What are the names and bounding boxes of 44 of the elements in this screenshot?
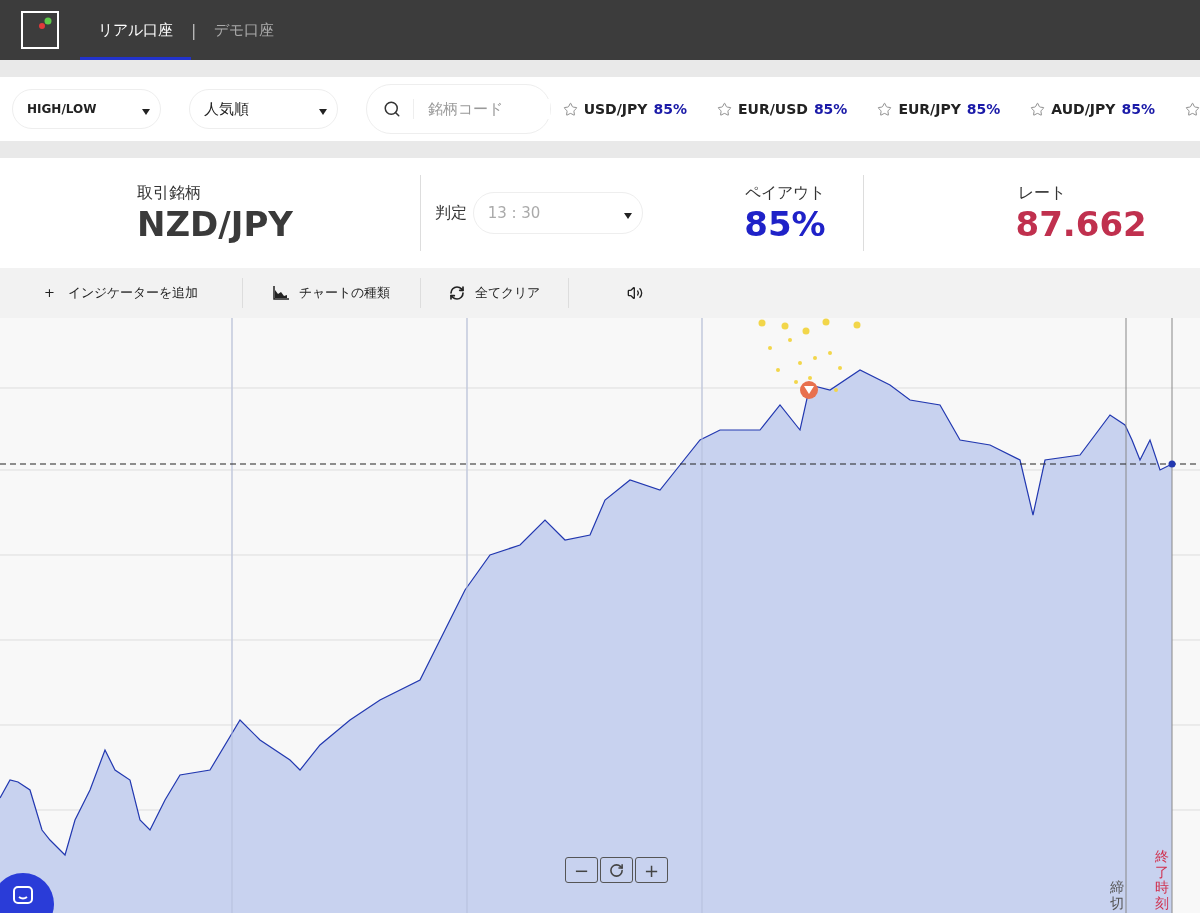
deadline-label: 締切: [1110, 880, 1124, 911]
rate-label: レート: [1016, 182, 1066, 204]
star-icon[interactable]: [1030, 101, 1046, 117]
star-icon[interactable]: [562, 101, 578, 117]
payout-label: ペイアウト: [745, 182, 825, 204]
down-marker-icon: [800, 381, 818, 399]
add-indicator-button[interactable]: + インジケーターを追加: [0, 278, 243, 308]
judge-label: 判定: [434, 202, 467, 224]
tab-separator: |: [191, 19, 197, 42]
account-tab[interactable]: デモ口座: [196, 3, 293, 60]
end-time-label: 終了時刻: [1155, 849, 1169, 911]
caret-icon: [318, 109, 327, 115]
caret-icon: [141, 109, 150, 115]
rate-value: 87.662: [1015, 203, 1147, 244]
chart-type-button[interactable]: チャートの種類: [242, 278, 421, 308]
symbol-label: 取引銘柄: [137, 182, 201, 204]
symbol-value: NZD/JPY: [137, 203, 293, 244]
zoom-in-button[interactable]: +: [635, 857, 668, 883]
star-icon[interactable]: [1185, 101, 1200, 117]
chat-icon: [13, 886, 33, 904]
refresh-icon: [609, 862, 624, 878]
payout-rate: 85%: [966, 101, 1001, 117]
reset-zoom-button[interactable]: [600, 857, 633, 883]
logo-icon: [21, 11, 59, 49]
star-icon[interactable]: [877, 101, 893, 117]
account-tab[interactable]: リアル口座: [80, 3, 191, 60]
payout-rate: 85%: [813, 101, 848, 117]
payout-value: 85%: [744, 203, 826, 244]
refresh-icon: [448, 285, 465, 301]
area-chart-icon: [272, 286, 289, 300]
currency-pair[interactable]: EUR/JPY: [898, 101, 961, 117]
payout-rate: 85%: [1121, 101, 1155, 117]
currency-pair[interactable]: EUR/USD: [737, 101, 808, 117]
sound-icon[interactable]: [626, 285, 643, 301]
current-price-dot: [1168, 460, 1176, 468]
caret-icon: [623, 213, 632, 219]
currency-pair[interactable]: AUD/JPY: [1051, 101, 1116, 117]
search-input[interactable]: 銘柄コード: [412, 99, 550, 119]
currency-pair[interactable]: USD/JPY: [583, 101, 648, 117]
payout-rate: 85%: [653, 101, 687, 117]
clear-all-button[interactable]: 全てクリア: [420, 278, 569, 308]
star-icon[interactable]: [716, 101, 732, 117]
zoom-out-button[interactable]: −: [565, 857, 598, 883]
search-icon: [382, 100, 401, 118]
